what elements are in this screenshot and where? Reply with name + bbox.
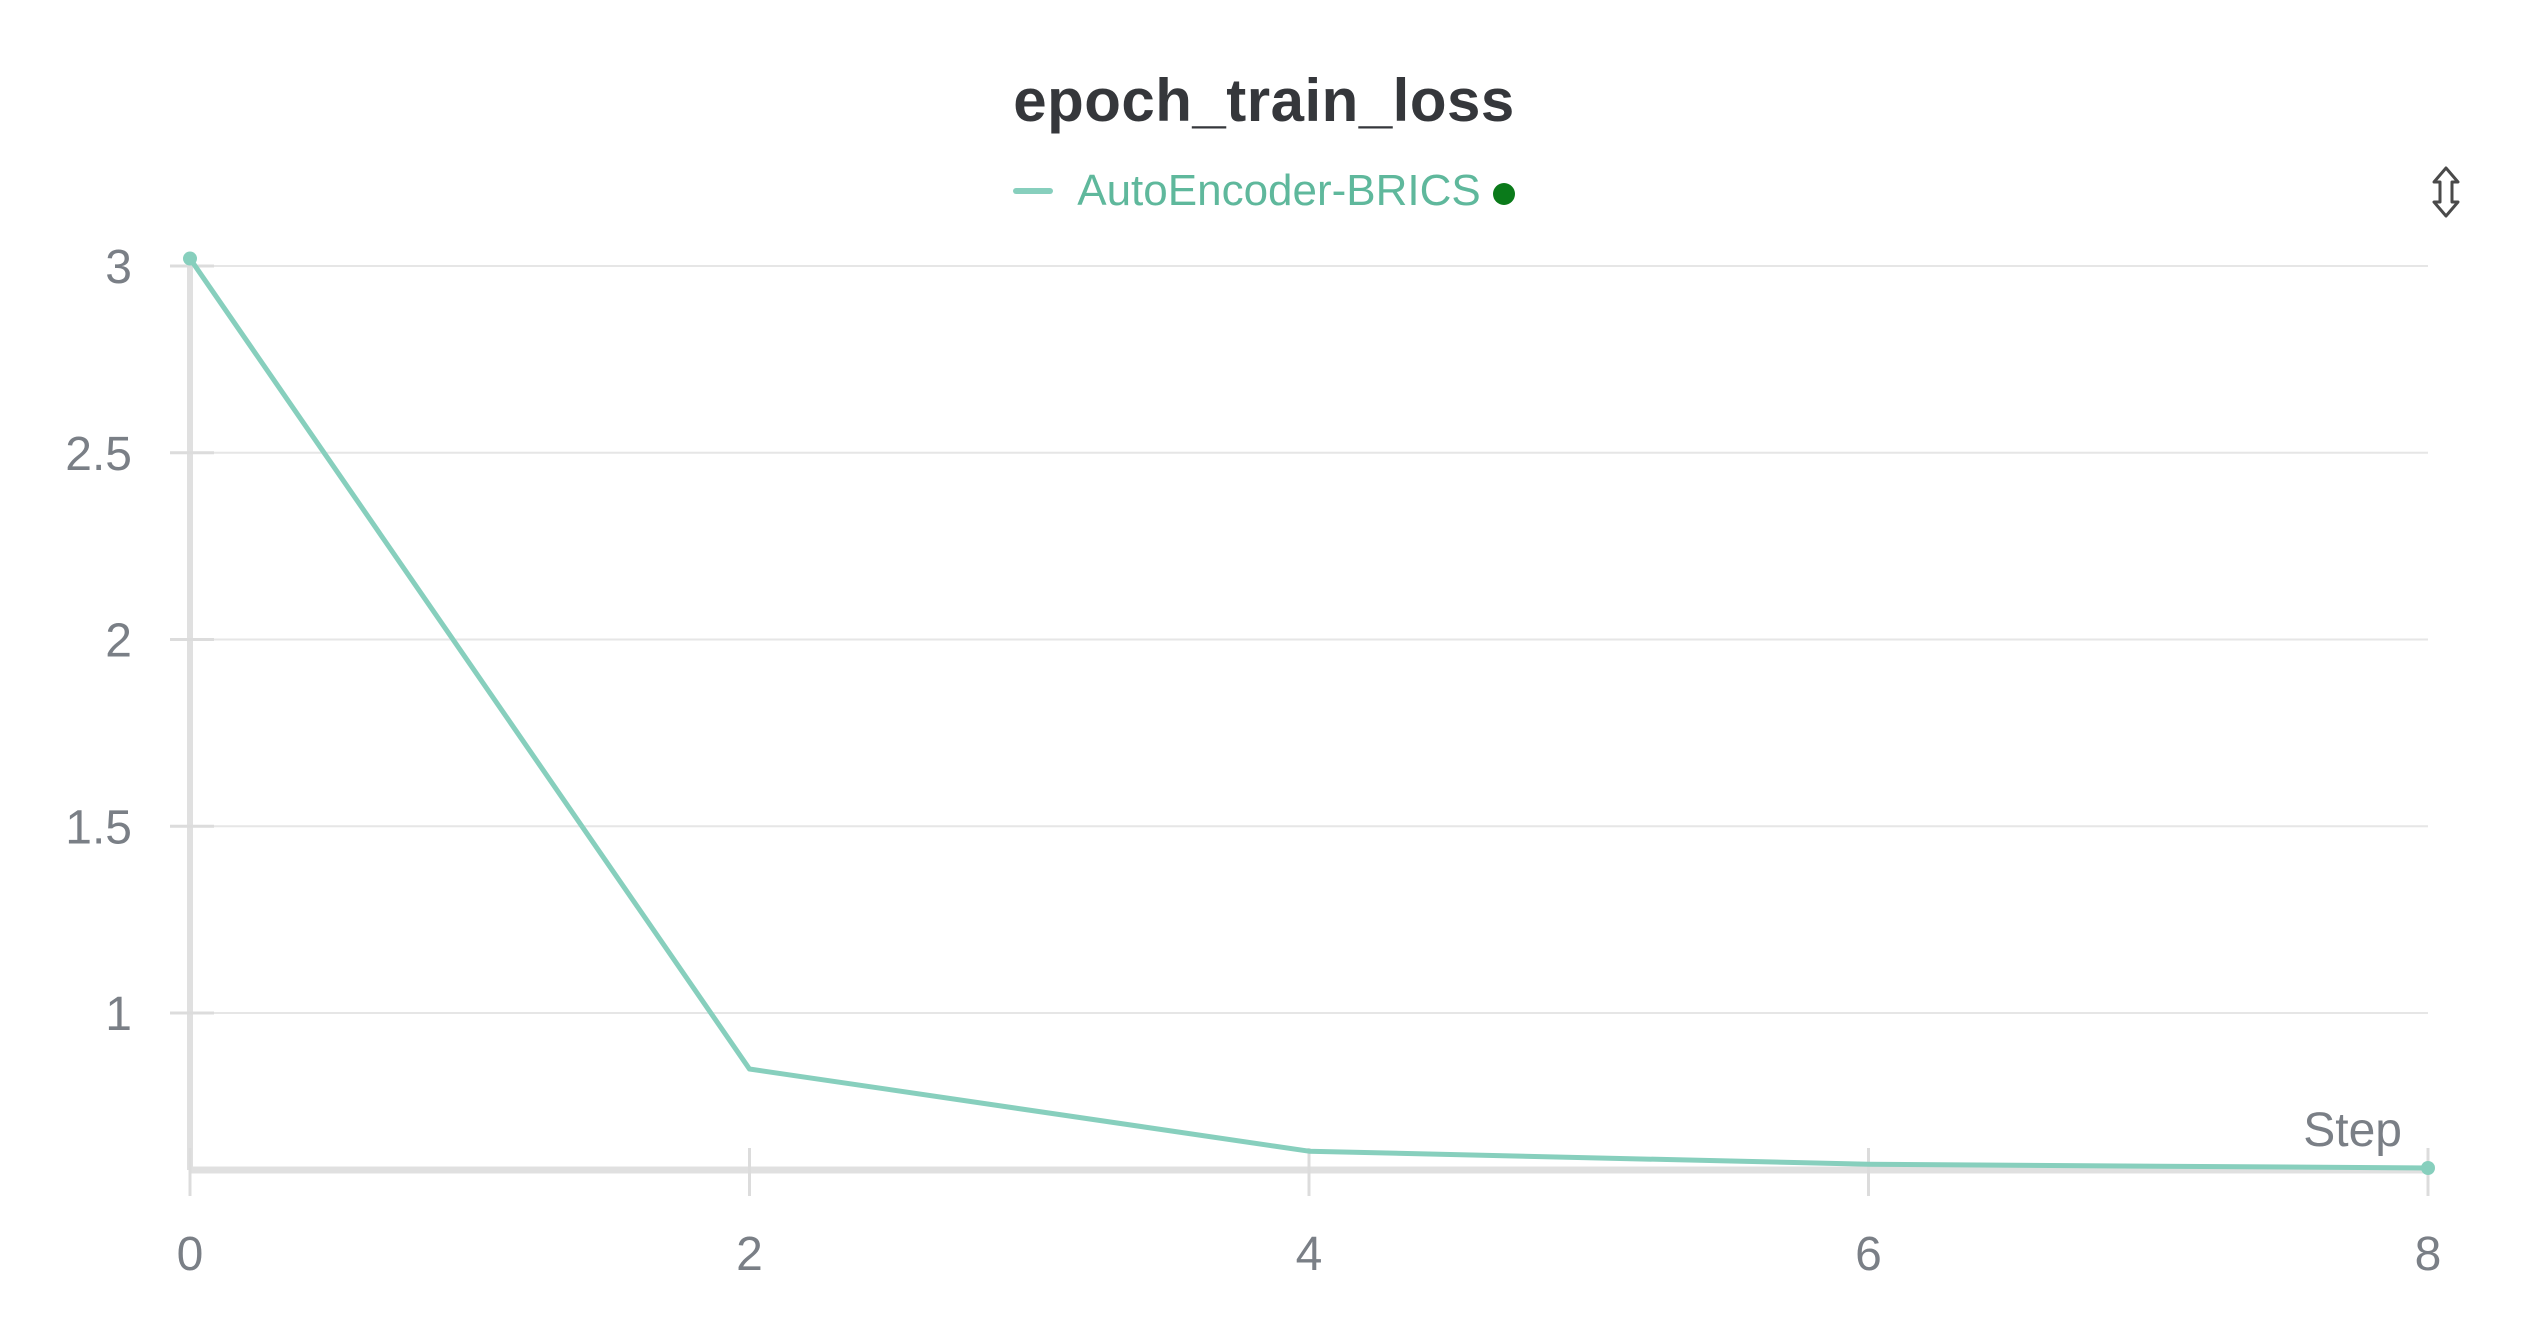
y-tick-label: 1.5 [65,801,132,854]
axes [187,255,2428,1174]
series-line [187,256,2431,1171]
x-tick-label: 6 [1855,1228,1882,1281]
x-tick-label: 8 [2415,1228,2442,1281]
data-point [1868,1163,1869,1165]
y-tick-label: 1 [105,988,132,1041]
x-tick-label: 0 [177,1228,204,1281]
data-point [2421,1161,2435,1176]
y-tick-label: 2 [105,615,132,668]
x-tick-label: 4 [1296,1228,1323,1281]
y-tick-label: 2.5 [65,428,132,481]
grid-lines [190,265,2428,1014]
series-lines [183,251,2435,1176]
data-point [1308,1150,1310,1152]
data-point [749,1068,750,1070]
chart-panel: epoch_train_loss AutoEncoder-BRICS 3 2.5 2… [0,0,2528,1328]
y-tick-label: 3 [105,241,132,294]
x-axis-title: Step [2303,1104,2402,1157]
line-chart-plot[interactable]: 3 2.5 2 1.5 1 0 2 4 6 8 Step [0,0,2528,1328]
x-tick-label: 2 [736,1228,763,1281]
data-point [183,251,197,266]
